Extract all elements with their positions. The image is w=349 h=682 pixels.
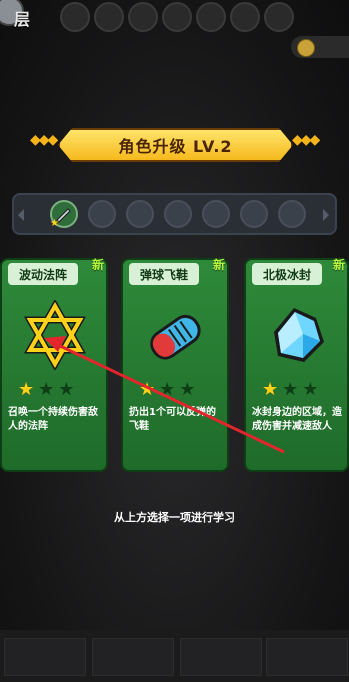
selection-hint: 从上方选择一项进行学习: [114, 511, 235, 524]
bottom-slot: [266, 638, 348, 676]
bottom-hud: [0, 630, 349, 682]
bottom-slot: [92, 638, 174, 676]
pointer-arrow-icon: [44, 336, 285, 454]
bottom-slot: [4, 638, 86, 676]
bottom-slot: [180, 638, 262, 676]
